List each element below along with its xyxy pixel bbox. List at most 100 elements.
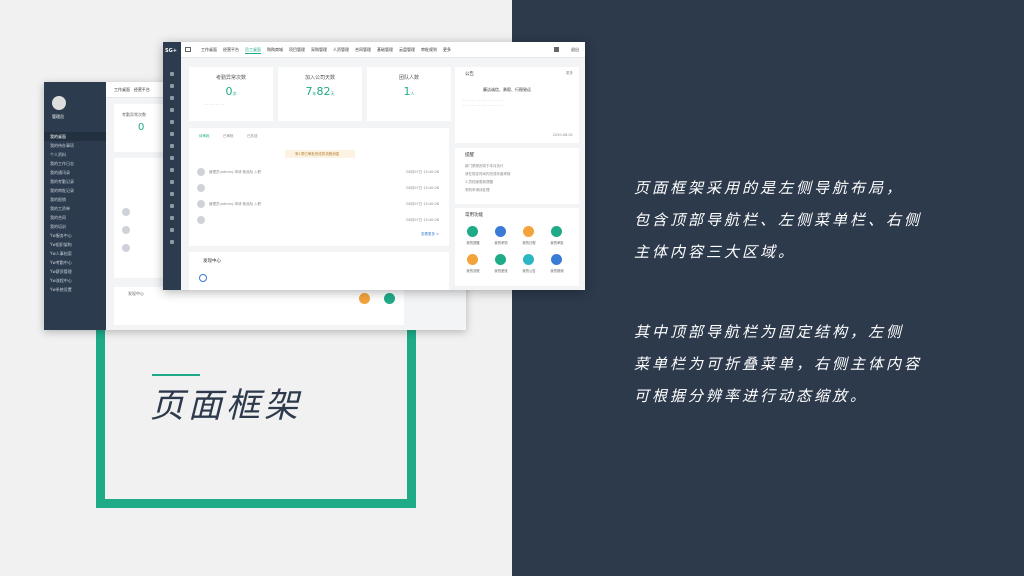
func-label: 我的日程 [522, 241, 536, 245]
func-icon[interactable] [495, 226, 506, 237]
stat-title: 加入公司天数 [304, 75, 335, 81]
back-menu-item[interactable]: Yw组织架构 [44, 240, 106, 249]
remind-item[interactable]: 请在规定时间内完成年度考核 [465, 172, 511, 177]
top-tab[interactable]: 基础管理 [377, 47, 393, 53]
stat-unit: 次 [232, 91, 237, 96]
remind-item[interactable]: 采购申请待处理 [465, 188, 490, 193]
top-tab[interactable]: 项目管理 [289, 47, 305, 53]
menu-toggle-icon[interactable] [185, 47, 191, 52]
remind-item[interactable]: 新门禁规则将于本月执行 [465, 164, 504, 169]
desc2-line2: 菜单栏为可折叠菜单，右侧主体内容 [634, 355, 923, 373]
top-tab[interactable]: 云盘管理 [399, 47, 415, 53]
more-link[interactable]: 查看更多 > [421, 232, 439, 237]
avatar [52, 96, 66, 110]
chart-icon[interactable] [170, 144, 174, 148]
avatar [197, 168, 205, 176]
back-menu-item[interactable]: 我的通讯录 [44, 168, 106, 177]
logo: SG+ [165, 48, 177, 54]
top-tab[interactable]: 经营平台 [223, 47, 239, 53]
bell-icon[interactable] [170, 168, 174, 172]
back-menu-item[interactable]: 我的培训 [44, 222, 106, 231]
desc1-line1: 页面框架采用的是左侧导航布局， [634, 179, 905, 197]
back-stat-value: 0 [138, 122, 145, 133]
func-icon[interactable] [551, 226, 562, 237]
stat-value: 7年82天 [278, 85, 362, 98]
avatar [197, 216, 205, 224]
func-icon[interactable] [495, 254, 506, 265]
task-name[interactable]: 管理员(admin)-申请 新品标 入职 [209, 202, 261, 207]
slide-title: 页面框架 [150, 386, 302, 426]
back-menu-item[interactable]: 我的审批记录 [44, 186, 106, 195]
doc-icon[interactable] [170, 192, 174, 196]
help-title: 发现中心 [203, 259, 221, 264]
right-background [512, 0, 1024, 576]
chart-icon[interactable] [170, 96, 174, 100]
user-icon[interactable] [170, 156, 174, 160]
grid-icon[interactable] [170, 240, 174, 244]
logout-link[interactable]: 退出 [571, 47, 579, 53]
wifi-icon[interactable] [170, 84, 174, 88]
home-icon[interactable] [170, 72, 174, 76]
back-help-title: 发现中心 [128, 291, 144, 296]
icon-button[interactable] [384, 293, 395, 304]
top-tab[interactable]: 员工桌面 [245, 47, 261, 54]
top-tab[interactable]: 购购商城 [267, 47, 283, 53]
back-menu-item[interactable]: 我的待办事项 [44, 141, 106, 150]
person-icon[interactable] [170, 216, 174, 220]
desc1-line3: 主体内容三大区域。 [634, 243, 797, 261]
top-tab[interactable]: 人资管理 [333, 47, 349, 53]
cloud-icon[interactable] [170, 204, 174, 208]
back-menu-item[interactable]: Yw人事档案 [44, 249, 106, 258]
desc1-line2: 包含顶部导航栏、左侧菜单栏、右侧 [634, 211, 923, 229]
grid-icon[interactable] [170, 132, 174, 136]
remind-item[interactable]: 人员档案更新提醒 [465, 180, 493, 185]
subtab[interactable]: 待审批 [199, 134, 210, 139]
back-top-tab[interactable]: 经营平台 [134, 87, 150, 92]
task-name[interactable]: 管理员(admin)-申请 新品标 入职 [209, 170, 261, 175]
gear-icon[interactable] [170, 120, 174, 124]
subtab[interactable]: 已审批 [223, 134, 234, 139]
back-menu-item[interactable]: Yw服务中心 [44, 231, 106, 240]
icon-button[interactable] [359, 293, 370, 304]
top-tab[interactable]: 审批规则 [421, 47, 437, 53]
func-icon[interactable] [523, 226, 534, 237]
back-menu-item[interactable]: 我的合同 [44, 213, 106, 222]
func-label: 我的审批 [550, 241, 564, 245]
top-tab[interactable]: 采购管理 [311, 47, 327, 53]
back-menu-item[interactable]: 我的桌面 [44, 132, 106, 141]
back-menu-item[interactable]: 我的报销 [44, 195, 106, 204]
back-menu-item[interactable]: 我的工作日志 [44, 159, 106, 168]
subtab[interactable]: 已抄送 [247, 134, 258, 139]
box-icon[interactable] [170, 228, 174, 232]
back-menu-item[interactable]: Yw流程中心 [44, 276, 106, 285]
func-icon[interactable] [523, 254, 534, 265]
front-topbar: 退出 工作桌面 经营平台 员工桌面 购购商城 项目管理 采购管理 人资管理 合同管理 基础管理云… [181, 42, 585, 58]
top-tab[interactable]: 更多 [443, 47, 451, 53]
stat-number: 1 [403, 85, 411, 98]
back-menu-item[interactable]: Yw薪资管理 [44, 267, 106, 276]
common-title: 常用功能 [465, 213, 483, 218]
top-tab[interactable]: 合同管理 [355, 47, 371, 53]
notice-more-link[interactable]: 更多 [566, 71, 573, 76]
back-menu-item[interactable]: 个人资料 [44, 150, 106, 159]
description-1: 页面框架采用的是左侧导航布局， 包含顶部导航栏、左侧菜单栏、右侧 主体内容三大区… [634, 172, 922, 268]
screen-icon[interactable] [554, 47, 559, 52]
description-2: 其中顶部导航栏为固定结构，左侧 菜单栏为可折叠菜单，右侧主体内容 可根据分辨率进… [634, 316, 922, 412]
back-menu-item[interactable]: Yw系统设置 [44, 285, 106, 294]
back-menu-item[interactable]: Yw考勤中心 [44, 258, 106, 267]
list-icon[interactable] [170, 108, 174, 112]
func-icon[interactable] [551, 254, 562, 265]
func-label: 我的差旅 [494, 269, 508, 273]
back-top-tab[interactable]: 工作桌面 [114, 87, 130, 92]
func-icon[interactable] [467, 254, 478, 265]
task-date: 06月07日 15:40:06 [406, 218, 439, 222]
stat-unit: 人 [410, 91, 415, 96]
monitor-icon[interactable] [170, 180, 174, 184]
top-tab[interactable]: 工作桌面 [201, 47, 217, 53]
back-menu-item[interactable]: 我的考勤记录 [44, 177, 106, 186]
task-panel: 待审批 已审批 已抄送 有1项已审批完成的流程消息 管理员(admin)-申请 … [189, 128, 449, 246]
func-label: 我的报销 [550, 269, 564, 273]
func-label: 我的提醒 [466, 241, 480, 245]
func-icon[interactable] [467, 226, 478, 237]
back-menu-item[interactable]: 我的工资单 [44, 204, 106, 213]
